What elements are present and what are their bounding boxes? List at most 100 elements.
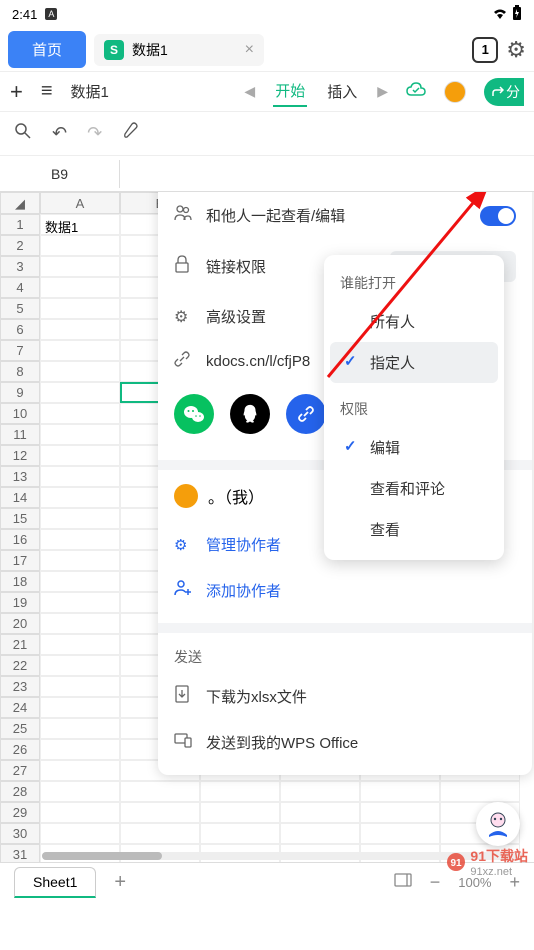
row-header[interactable]: 15 xyxy=(0,508,40,529)
cell[interactable] xyxy=(200,802,280,823)
close-tab-icon[interactable]: × xyxy=(245,41,254,59)
row-header[interactable]: 8 xyxy=(0,361,40,382)
share-button[interactable]: 分 xyxy=(484,78,524,106)
cell[interactable] xyxy=(280,823,360,844)
row-header[interactable]: 14 xyxy=(0,487,40,508)
row-header[interactable]: 16 xyxy=(0,529,40,550)
row-header[interactable]: 24 xyxy=(0,697,40,718)
row-header[interactable]: 4 xyxy=(0,277,40,298)
menu-item-view-comment[interactable]: 查看和评论 xyxy=(330,468,498,509)
cell[interactable] xyxy=(440,781,520,802)
cell[interactable]: 数据1 xyxy=(40,214,120,235)
cell[interactable] xyxy=(40,739,120,760)
cell[interactable] xyxy=(40,382,120,403)
row-header[interactable]: 6 xyxy=(0,319,40,340)
menu-item-edit[interactable]: 编辑 xyxy=(330,427,498,468)
cell[interactable] xyxy=(40,319,120,340)
row-header[interactable]: 9 xyxy=(0,382,40,403)
ribbon-tab-insert[interactable]: 插入 xyxy=(325,77,359,106)
cell[interactable] xyxy=(40,235,120,256)
user-avatar[interactable] xyxy=(444,81,466,103)
file-tab[interactable]: S 数据1 × xyxy=(94,34,264,66)
cell[interactable] xyxy=(40,634,120,655)
add-collaborator[interactable]: 添加协作者 xyxy=(158,567,532,613)
menu-item-everyone[interactable]: 所有人 xyxy=(330,301,498,342)
cell[interactable] xyxy=(200,823,280,844)
tab-count-badge[interactable]: 1 xyxy=(472,37,498,63)
cell[interactable] xyxy=(40,277,120,298)
cell[interactable] xyxy=(40,655,120,676)
row-header[interactable]: 28 xyxy=(0,781,40,802)
cell[interactable] xyxy=(40,466,120,487)
row-header[interactable]: 5 xyxy=(0,298,40,319)
col-header[interactable]: A xyxy=(40,192,120,214)
cell[interactable] xyxy=(40,256,120,277)
sheet-tab[interactable]: Sheet1 xyxy=(14,867,96,898)
cell[interactable] xyxy=(360,823,440,844)
qq-share-icon[interactable] xyxy=(230,394,270,434)
assistant-float-button[interactable] xyxy=(476,802,520,846)
row-header[interactable]: 27 xyxy=(0,760,40,781)
row-header[interactable]: 21 xyxy=(0,634,40,655)
cell[interactable] xyxy=(360,781,440,802)
send-wps[interactable]: 发送到我的WPS Office xyxy=(158,720,532,765)
cell[interactable] xyxy=(280,802,360,823)
view-mode-icon[interactable] xyxy=(394,873,412,892)
cell[interactable] xyxy=(40,823,120,844)
row-header[interactable]: 29 xyxy=(0,802,40,823)
row-header[interactable]: 11 xyxy=(0,424,40,445)
cell[interactable] xyxy=(40,424,120,445)
cell[interactable] xyxy=(40,613,120,634)
cell[interactable] xyxy=(120,823,200,844)
cell[interactable] xyxy=(40,361,120,382)
cell[interactable] xyxy=(40,487,120,508)
corner-cell[interactable]: ◢ xyxy=(0,192,40,214)
cell[interactable] xyxy=(120,802,200,823)
row-header[interactable]: 20 xyxy=(0,613,40,634)
row-header[interactable]: 2 xyxy=(0,235,40,256)
cell[interactable] xyxy=(40,802,120,823)
settings-icon[interactable]: ⚙ xyxy=(506,37,526,63)
cell[interactable] xyxy=(40,571,120,592)
row-header[interactable]: 3 xyxy=(0,256,40,277)
cloud-sync-icon[interactable] xyxy=(406,81,426,102)
ribbon-prev-icon[interactable]: ◀ xyxy=(244,83,255,100)
row-header[interactable]: 19 xyxy=(0,592,40,613)
row-header[interactable]: 1 xyxy=(0,214,40,235)
download-xlsx[interactable]: 下载为xlsx文件 xyxy=(158,673,532,720)
cell[interactable] xyxy=(360,802,440,823)
cell[interactable] xyxy=(40,340,120,361)
cell[interactable] xyxy=(40,550,120,571)
cell[interactable] xyxy=(200,781,280,802)
redo-icon[interactable]: ↷ xyxy=(87,123,102,144)
add-sheet-icon[interactable]: + xyxy=(114,871,126,894)
menu-item-view[interactable]: 查看 xyxy=(330,509,498,550)
cell[interactable] xyxy=(280,781,360,802)
menu-icon[interactable]: ≡ xyxy=(41,80,53,103)
paint-icon[interactable] xyxy=(122,122,140,145)
row-header[interactable]: 12 xyxy=(0,445,40,466)
undo-icon[interactable]: ↶ xyxy=(52,123,67,144)
cell[interactable] xyxy=(40,592,120,613)
row-header[interactable]: 7 xyxy=(0,340,40,361)
cell-reference[interactable]: B9 xyxy=(0,160,120,188)
ribbon-tab-start[interactable]: 开始 xyxy=(273,76,307,107)
cell[interactable] xyxy=(40,760,120,781)
cell[interactable] xyxy=(40,718,120,739)
wechat-share-icon[interactable] xyxy=(174,394,214,434)
cell[interactable] xyxy=(40,697,120,718)
home-tab[interactable]: 首页 xyxy=(8,31,86,68)
copylink-share-icon[interactable] xyxy=(286,394,326,434)
cell[interactable] xyxy=(40,676,120,697)
cell[interactable] xyxy=(120,781,200,802)
row-header[interactable]: 10 xyxy=(0,403,40,424)
row-header[interactable]: 25 xyxy=(0,718,40,739)
search-icon[interactable] xyxy=(14,122,32,145)
row-header[interactable]: 26 xyxy=(0,739,40,760)
menu-item-specified[interactable]: 指定人 xyxy=(330,342,498,383)
add-button[interactable]: + xyxy=(10,79,23,105)
cell[interactable] xyxy=(40,445,120,466)
ribbon-next-icon[interactable]: ▶ xyxy=(377,83,388,100)
zoom-out-icon[interactable]: − xyxy=(430,872,441,893)
row-header[interactable]: 17 xyxy=(0,550,40,571)
